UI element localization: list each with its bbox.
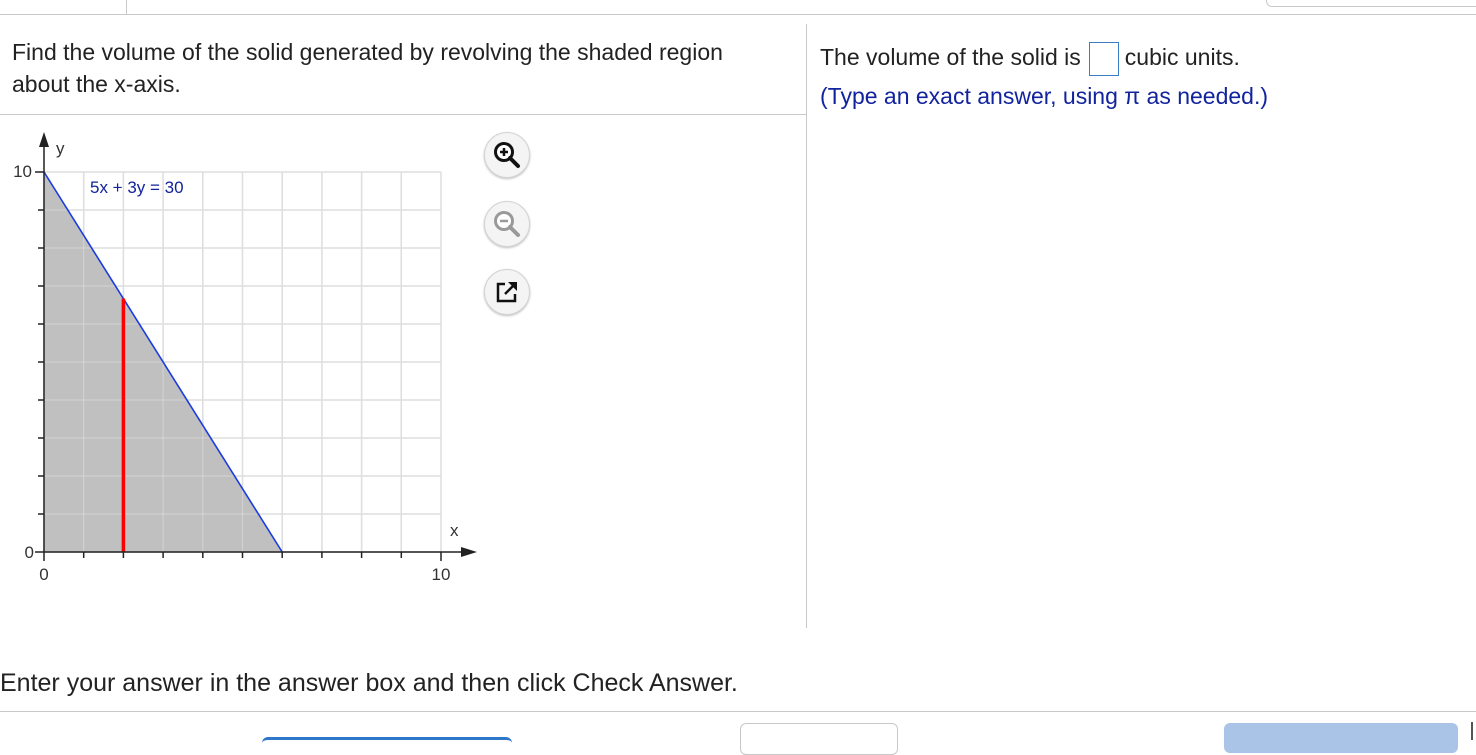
- x-axis-arrow: [461, 547, 477, 557]
- panel-divider: [806, 24, 807, 628]
- equation-label: 5x + 3y = 30: [90, 178, 184, 197]
- zoom-out-icon: [494, 211, 520, 237]
- zoom-out-button[interactable]: [484, 201, 530, 247]
- y-tick-label-bottom: 0: [25, 543, 34, 562]
- answer-prefix: The volume of the solid is: [820, 44, 1081, 70]
- top-divider: [0, 14, 1476, 15]
- y-axis-arrow: [39, 132, 49, 147]
- check-answer-button[interactable]: [1224, 723, 1458, 753]
- question-text: Find the volume of the solid generated b…: [12, 39, 723, 97]
- y-axis-label: y: [56, 139, 65, 158]
- scroll-edge: [1471, 722, 1473, 740]
- x-axis-label: x: [450, 521, 459, 540]
- help-button[interactable]: [262, 737, 512, 750]
- y-tick-label-top: 10: [13, 162, 32, 181]
- answer-input[interactable]: [1088, 41, 1119, 76]
- top-right-control[interactable]: [1266, 0, 1476, 7]
- top-tab-separator: [126, 0, 127, 14]
- popout-button[interactable]: [484, 269, 530, 315]
- popout-icon: [496, 282, 517, 303]
- graph: y x 10 0 0 10 5x + 3y = 30: [13, 132, 477, 584]
- answer-statement: The volume of the solid is cubic units.: [820, 38, 1240, 76]
- instruction-text: Enter your answer in the answer box and …: [0, 669, 738, 697]
- footer-divider: [0, 711, 1476, 712]
- clear-all-button[interactable]: [740, 723, 898, 755]
- zoom-in-icon: [494, 142, 520, 168]
- x-tick-label-right: 10: [432, 565, 451, 584]
- answer-hint: (Type an exact answer, using π as needed…: [820, 83, 1269, 109]
- question-divider: [0, 114, 806, 115]
- x-tick-label-left: 0: [39, 565, 48, 584]
- zoom-in-button[interactable]: [484, 132, 530, 178]
- answer-suffix: cubic units.: [1124, 44, 1240, 70]
